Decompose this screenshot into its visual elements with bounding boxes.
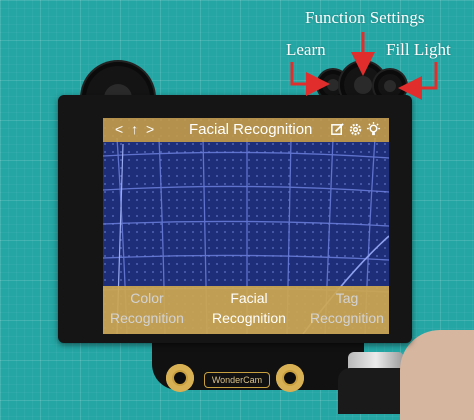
- scene: Function Settings Learn Fill Light Wonde…: [0, 0, 474, 420]
- annotation-arrows: [290, 32, 438, 100]
- arrow-learn: [290, 62, 330, 96]
- arrow-fill-light: [398, 62, 438, 100]
